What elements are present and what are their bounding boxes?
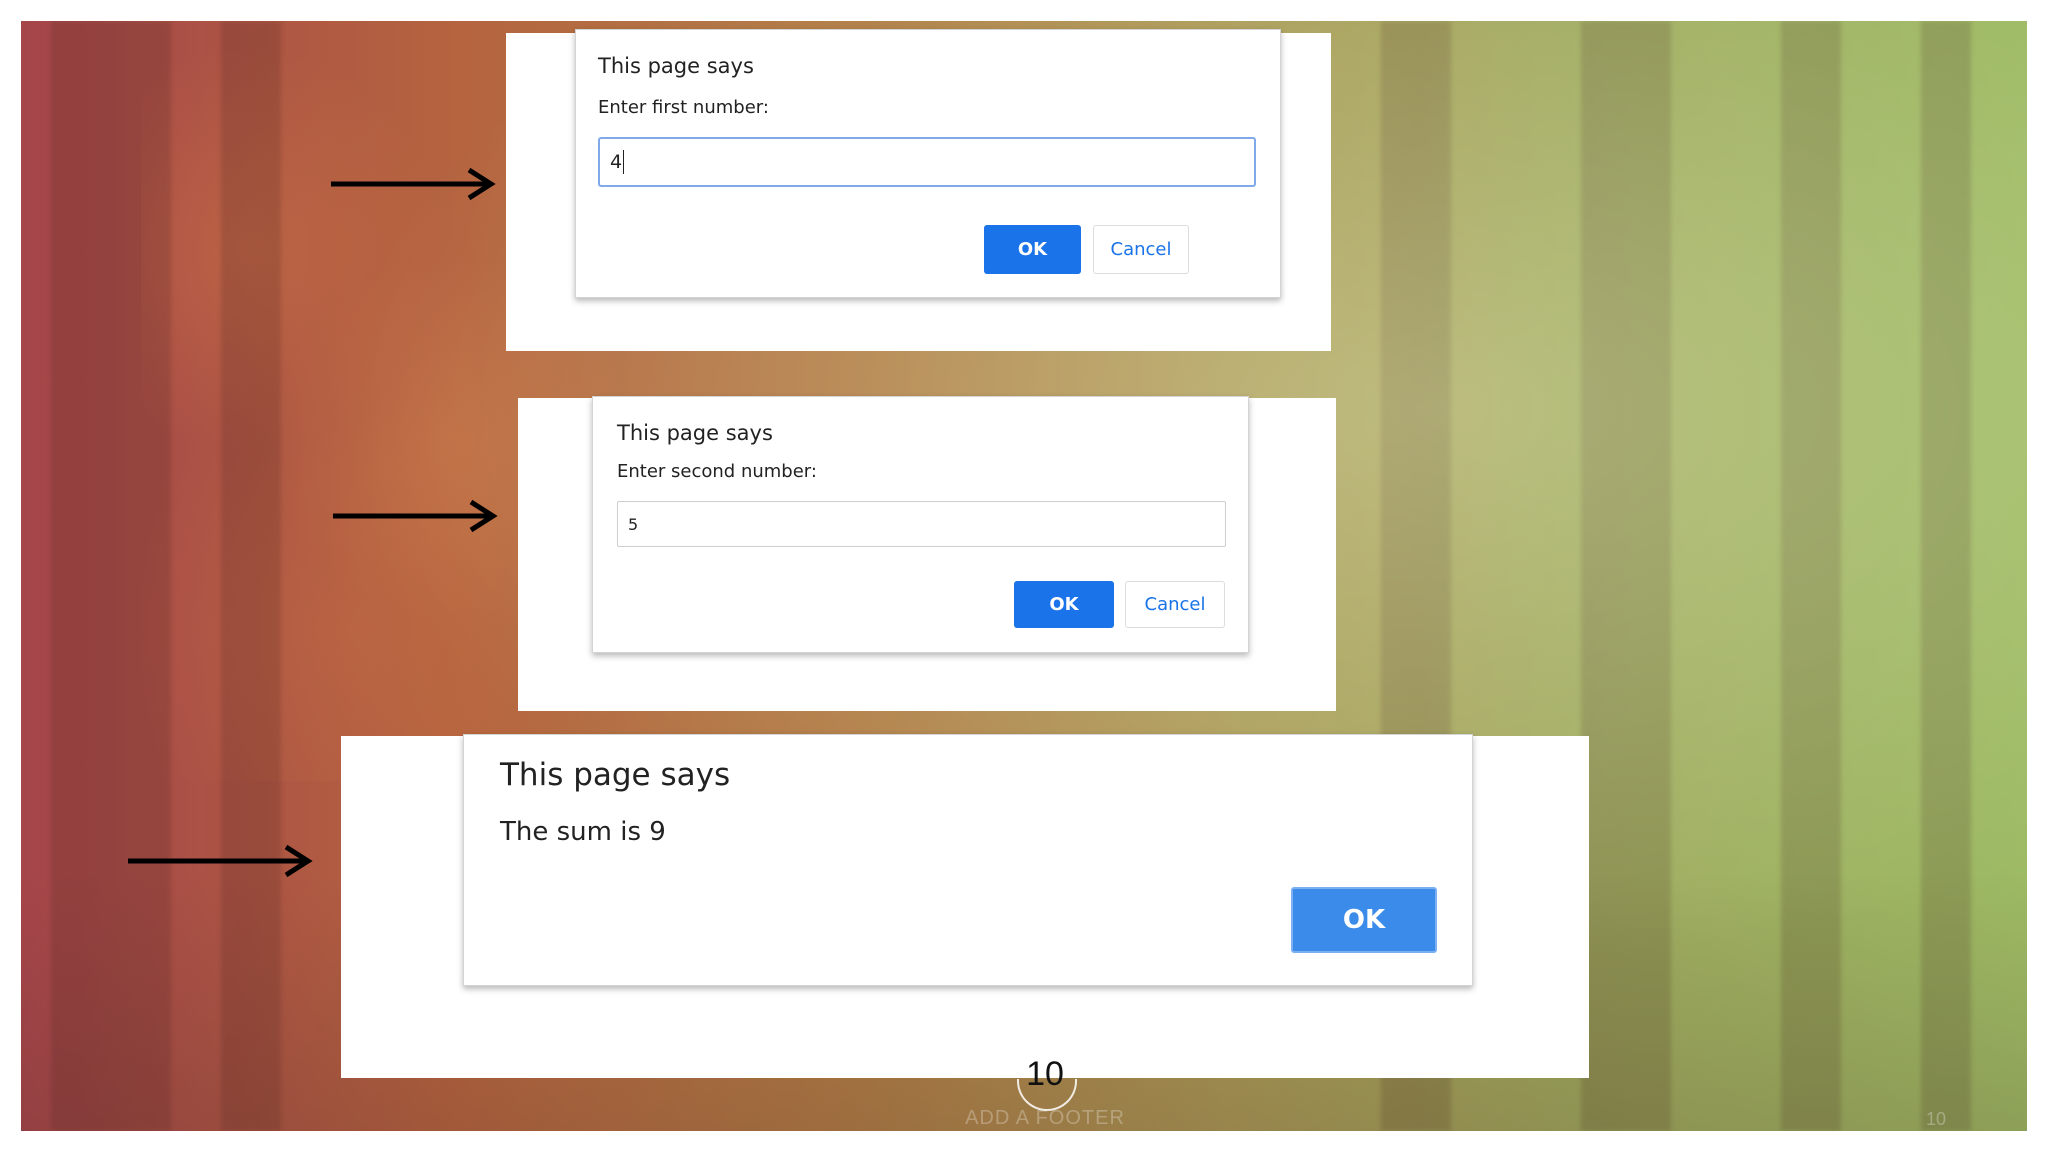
- slide-background: This page says Enter first number: 4 OK …: [21, 21, 2027, 1131]
- cancel-button[interactable]: Cancel: [1125, 581, 1225, 628]
- text-cursor: [623, 150, 625, 174]
- screenshot-panel-2: This page says Enter second number: 5 OK…: [518, 396, 1336, 711]
- prompt-dialog-first-number: This page says Enter first number: 4 OK …: [575, 29, 1281, 298]
- ok-button[interactable]: OK: [1291, 887, 1437, 953]
- dialog-message: Enter first number:: [598, 97, 769, 118]
- page-number: 10: [1026, 1055, 1064, 1093]
- slide-number: 10: [1925, 1109, 1947, 1129]
- dialog-message: Enter second number:: [617, 461, 817, 482]
- dialog-title: This page says: [500, 757, 731, 793]
- dialog-title: This page says: [617, 421, 773, 445]
- input-value: 4: [610, 151, 623, 173]
- screenshot-panel-3: This page says The sum is 9 OK: [341, 734, 1589, 1078]
- prompt-dialog-second-number: This page says Enter second number: 5 OK…: [592, 396, 1249, 653]
- right-arrow-icon: [128, 844, 313, 878]
- ok-button[interactable]: OK: [1014, 581, 1114, 628]
- ok-button[interactable]: OK: [984, 225, 1081, 274]
- cancel-button[interactable]: Cancel: [1093, 225, 1189, 274]
- footer-placeholder: ADD A FOOTER: [965, 1107, 1125, 1129]
- right-arrow-icon: [333, 499, 498, 533]
- second-number-input[interactable]: 5: [617, 501, 1226, 547]
- result-message: The sum is 9: [500, 817, 666, 847]
- first-number-input[interactable]: 4: [598, 137, 1256, 187]
- right-arrow-icon: [331, 167, 496, 201]
- dialog-title: This page says: [598, 54, 754, 78]
- screenshot-panel-1: This page says Enter first number: 4 OK …: [506, 29, 1331, 351]
- alert-dialog-sum: This page says The sum is 9 OK: [463, 734, 1473, 986]
